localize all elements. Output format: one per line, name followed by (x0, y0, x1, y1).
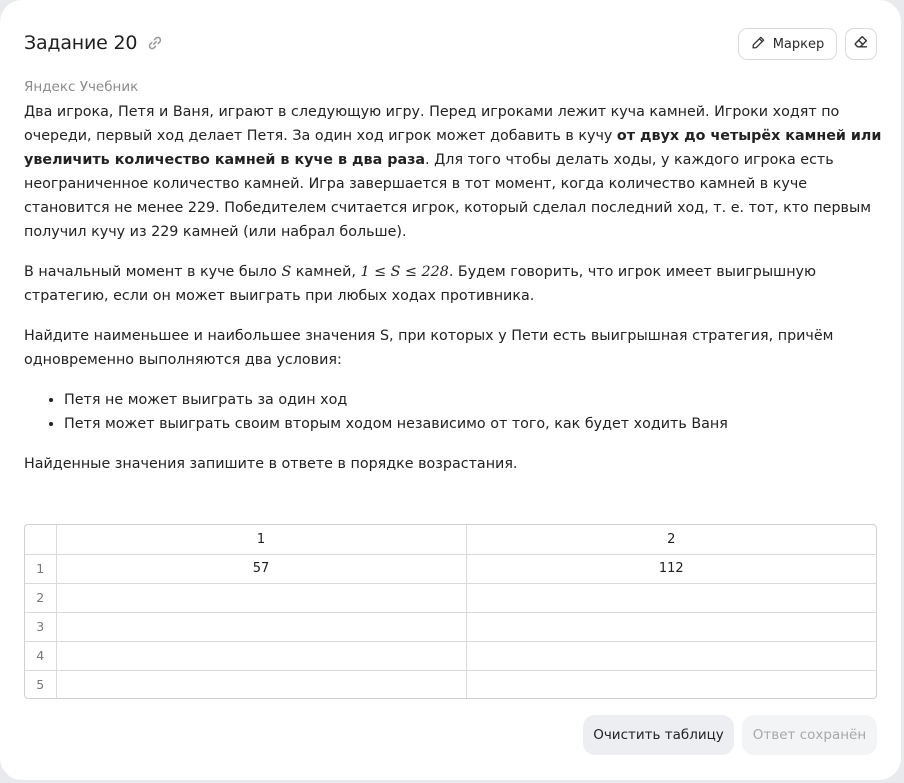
row-number: 5 (25, 669, 57, 698)
pencil-icon (751, 35, 766, 54)
condition-item: Петя не может выиграть за один ход (64, 388, 884, 412)
table-row: 1 57 112 (25, 553, 876, 584)
problem-paragraph-rules: Два игрока, Петя и Ваня, играют в следую… (24, 104, 882, 240)
answer-cell[interactable] (55, 640, 467, 671)
clear-table-button[interactable]: Очистить таблицу (583, 715, 734, 755)
column-header: 2 (465, 525, 876, 555)
conditions-list: Петя не может выиграть за один ход Петя … (64, 388, 884, 436)
problem-paragraph-answer-format: Найденные значения запишите в ответе в п… (24, 456, 518, 472)
problem-paragraph-question: Найдите наименьшее и наибольшее значения… (24, 328, 834, 368)
marker-label: Маркер (772, 36, 825, 52)
answer-saved-button: Ответ сохранён (742, 715, 877, 755)
task-card: Задание 20 Маркер Яндекс Учебник Два игр… (0, 0, 901, 780)
range-formula: 1 ≤ S ≤ 228 (360, 264, 449, 280)
answer-cell[interactable] (55, 582, 467, 613)
answer-cell[interactable] (465, 669, 876, 698)
answer-cell[interactable] (55, 611, 467, 642)
answer-cell[interactable] (55, 669, 467, 698)
answer-cell[interactable] (465, 640, 876, 671)
table-row: 2 (25, 582, 876, 613)
table-corner-cell (25, 525, 57, 555)
eraser-button[interactable] (845, 28, 877, 60)
answer-cell[interactable]: 57 (55, 553, 467, 584)
answer-cell[interactable]: 112 (465, 553, 876, 584)
variable-s: S (281, 264, 292, 280)
table-header-row: 1 2 (25, 525, 876, 555)
table-row: 4 (25, 640, 876, 671)
column-header: 1 (55, 525, 467, 555)
row-number: 1 (25, 553, 57, 584)
task-header: Задание 20 (24, 32, 163, 54)
eraser-icon (853, 34, 869, 54)
table-row: 3 (25, 611, 876, 642)
task-title: Задание 20 (24, 32, 138, 54)
answer-cell[interactable] (465, 582, 876, 613)
problem-paragraph-start: В начальный момент в куче было S камней,… (24, 264, 817, 304)
answer-cell[interactable] (465, 611, 876, 642)
link-icon[interactable] (147, 35, 163, 51)
row-number: 3 (25, 611, 57, 642)
row-number: 2 (25, 582, 57, 613)
condition-item: Петя может выиграть своим вторым ходом н… (64, 412, 884, 436)
row-number: 4 (25, 640, 57, 671)
table-row: 5 (25, 669, 876, 698)
problem-text: Два игрока, Петя и Ваня, играют в следую… (24, 100, 884, 492)
answer-table: 1 2 1 57 112 2 3 4 5 (24, 524, 877, 699)
marker-button[interactable]: Маркер (738, 28, 837, 60)
task-source: Яндекс Учебник (24, 79, 139, 95)
